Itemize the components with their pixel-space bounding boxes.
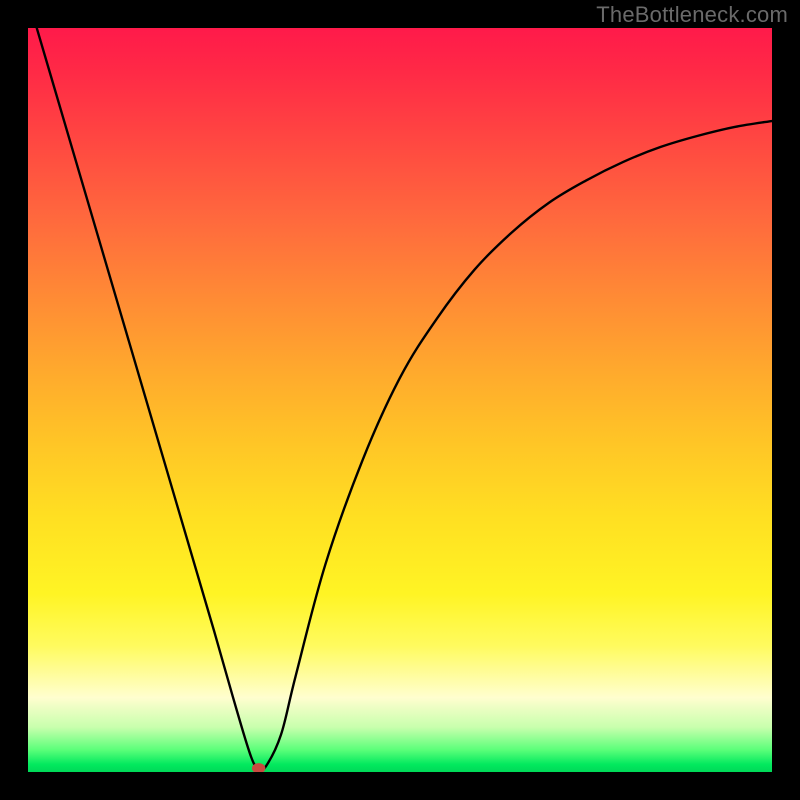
bottleneck-chart <box>28 28 772 772</box>
chart-frame: TheBottleneck.com <box>0 0 800 800</box>
watermark-text: TheBottleneck.com <box>596 2 788 28</box>
curve-path <box>28 28 772 770</box>
